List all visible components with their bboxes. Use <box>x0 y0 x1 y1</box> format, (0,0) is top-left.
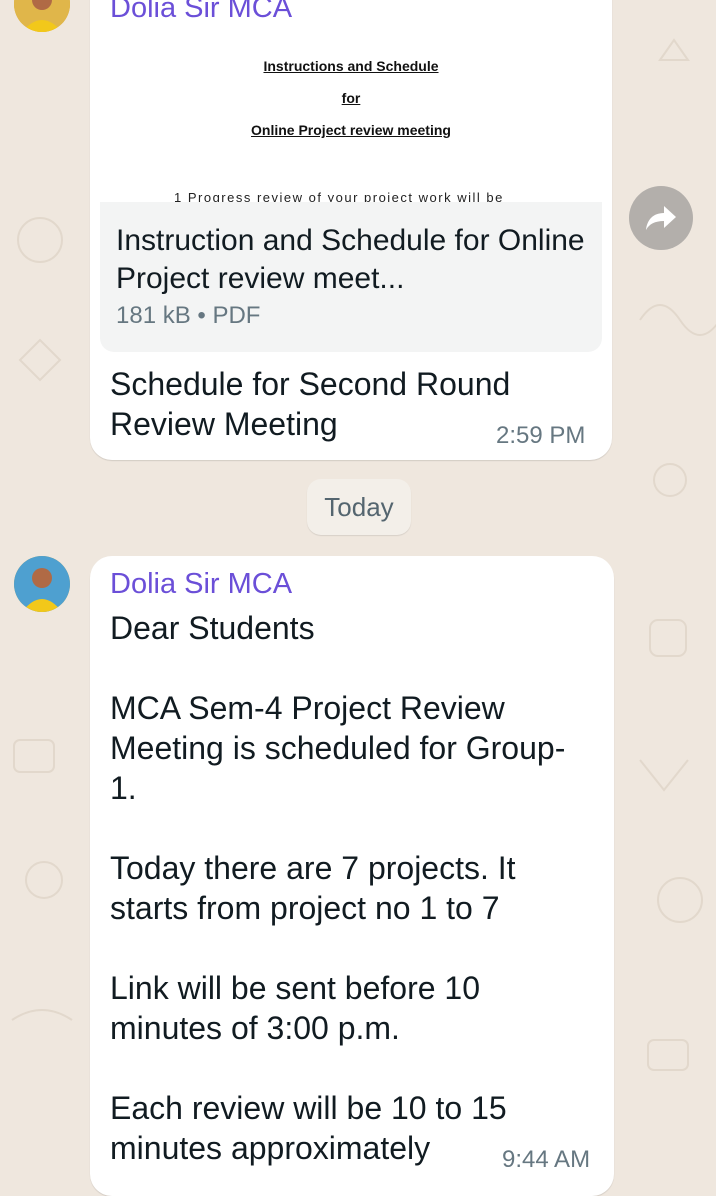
message-bubble-text[interactable]: Dolia Sir MCA Dear Students MCA Sem-4 Pr… <box>90 556 614 1196</box>
document-type: PDF <box>212 302 261 329</box>
sender-avatar[interactable] <box>14 556 70 612</box>
date-separator: Today <box>307 479 411 535</box>
forward-arrow-icon <box>646 206 676 230</box>
pdf-preview-cut-line: 1 Progress review of your project work w… <box>174 190 504 202</box>
message-bubble-document[interactable]: Dolia Sir MCA Instructions and Schedule … <box>90 0 612 460</box>
pdf-preview-line: Instructions and Schedule <box>263 58 439 74</box>
sender-name[interactable]: Dolia Sir MCA <box>110 566 292 602</box>
document-info[interactable]: Instruction and Schedule for Online Proj… <box>100 202 602 352</box>
message-timestamp: 2:59 PM <box>496 422 586 449</box>
document-file-name: Instruction and Schedule for Online Proj… <box>116 224 585 295</box>
separator-dot: • <box>197 302 206 329</box>
document-size: 181 kB <box>116 302 191 329</box>
message-timestamp: 9:44 AM <box>502 1146 591 1173</box>
pdf-preview-line: Online Project review meeting <box>251 122 451 138</box>
message-text: Dear Students MCA Sem-4 Project Review M… <box>110 610 566 1166</box>
sender-name[interactable]: Dolia Sir MCA <box>110 0 292 26</box>
pdf-preview-line: for <box>341 90 361 106</box>
pdf-preview[interactable]: Instructions and Schedule for Online Pro… <box>100 34 602 202</box>
message-caption: Schedule for Second Round Review Meeting <box>110 366 511 442</box>
document-details: 181 kB • PDF <box>116 302 260 330</box>
forward-button[interactable] <box>629 186 693 250</box>
